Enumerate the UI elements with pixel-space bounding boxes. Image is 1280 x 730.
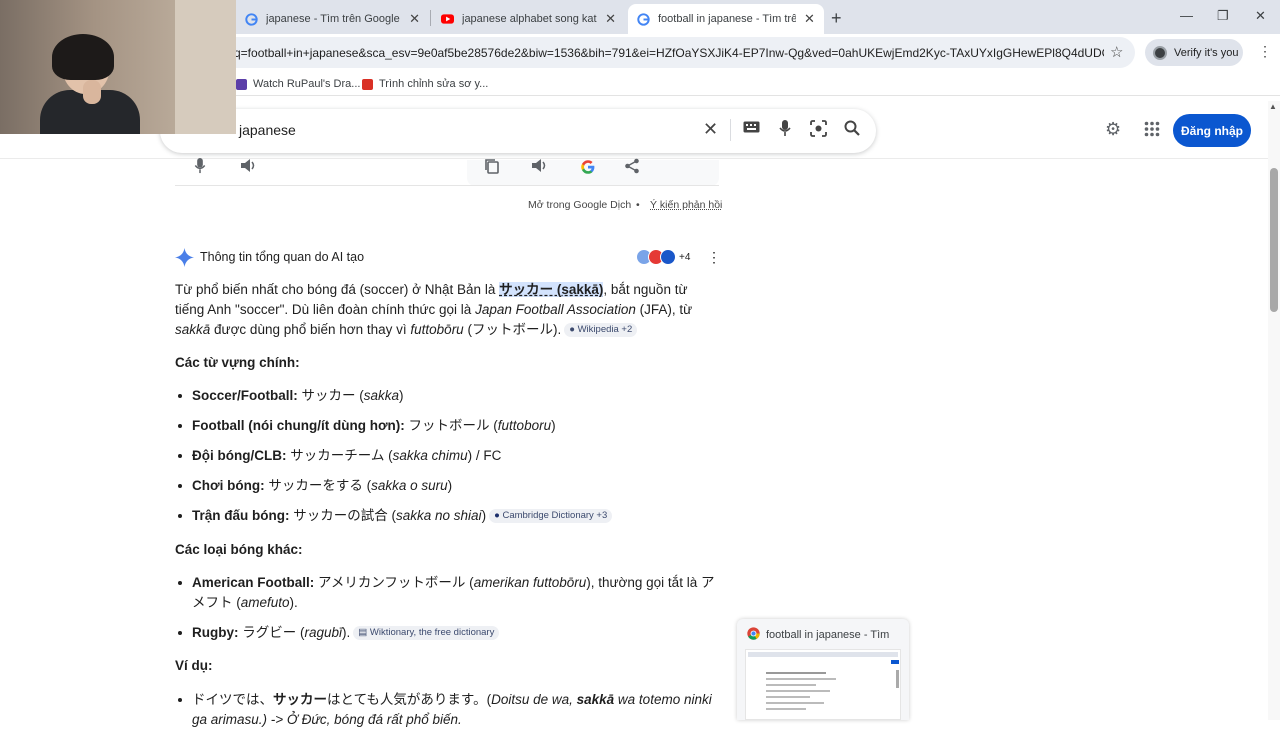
tab-divider	[430, 10, 431, 26]
list-item: ドイツでは、サッカーはとても人気があります。(Doitsu de wa, sak…	[192, 690, 712, 710]
new-tab-button[interactable]: +	[831, 8, 842, 29]
bullet	[178, 581, 182, 585]
section-heading: Ví dụ:	[175, 656, 213, 676]
bookmark-label: Watch RuPaul's Dra...	[253, 78, 360, 90]
tab-football-japanese[interactable]: football in japanese - Tìm trên Go ✕	[628, 4, 824, 34]
bookmark-icon	[362, 79, 373, 90]
lens-icon[interactable]	[810, 120, 827, 142]
feedback-link[interactable]: Ý kiến phản hồi	[650, 195, 722, 215]
bullet	[178, 424, 182, 428]
tab-title: japanese alphabet song katakana	[462, 13, 597, 25]
search-icon[interactable]	[844, 120, 860, 141]
speaker-icon[interactable]	[531, 158, 548, 178]
tab-title: japanese - Tìm trên Google	[266, 13, 401, 25]
bookmark-star-icon[interactable]: ☆	[1110, 43, 1123, 61]
source-chip[interactable]: ● Cambridge Dictionary +3	[489, 509, 612, 523]
youtube-icon	[440, 12, 454, 26]
settings-gear-icon[interactable]: ⚙	[1105, 119, 1121, 140]
list-item: Soccer/Football: サッカー (sakka)	[192, 386, 404, 406]
wiktionary-icon: ▤	[358, 627, 370, 638]
restore-icon[interactable]: ❐	[1217, 8, 1229, 24]
keyboard-icon[interactable]	[743, 120, 760, 138]
list-item: American Football: アメリカンフットボール (amerikan…	[192, 573, 714, 593]
bullet	[178, 454, 182, 458]
bullet	[178, 394, 182, 398]
share-icon[interactable]	[624, 158, 640, 179]
source-count[interactable]: +4	[679, 248, 690, 268]
open-google-translate-link[interactable]: Mở trong Google Dịch	[528, 195, 631, 215]
avatar	[1153, 46, 1167, 60]
list-item: Rugby: ラグビー (ragubī). ▤ Wiktionary, the f…	[192, 623, 499, 643]
close-tab-icon[interactable]: ✕	[804, 11, 815, 27]
source-chip[interactable]: ▤ Wiktionary, the free dictionary	[353, 626, 499, 640]
source-favicon[interactable]	[660, 249, 676, 265]
close-tab-icon[interactable]: ✕	[605, 11, 616, 27]
sign-in-button[interactable]: Đăng nhập	[1173, 114, 1251, 147]
list-item-continuation: ga arimasu.) -> Ở Đức, bóng đá rất phổ b…	[192, 710, 462, 730]
profile-button[interactable]: Verify it's you	[1145, 39, 1243, 66]
separator-dot: •	[636, 195, 640, 215]
clear-icon[interactable]: ✕	[703, 119, 718, 140]
profile-label: Verify it's you	[1174, 47, 1238, 59]
chrome-icon	[747, 627, 760, 643]
google-icon	[636, 12, 650, 26]
window-preview[interactable]: football in japanese - Tìm	[737, 619, 909, 720]
bookmark-rupaul[interactable]: Watch RuPaul's Dra...	[236, 78, 360, 90]
preview-title: football in japanese - Tìm	[747, 627, 889, 643]
ai-sparkle-icon	[175, 248, 194, 272]
microphone-icon[interactable]	[194, 158, 206, 179]
scrollbar-thumb[interactable]	[1270, 168, 1278, 312]
intro-line-2: tiếng Anh "soccer". Dù liên đoàn chính t…	[175, 300, 692, 320]
list-item: Trận đấu bóng: サッカーの試合 (sakka no shiai) ●…	[192, 506, 612, 526]
preview-thumbnail	[745, 649, 901, 720]
bookmark-editor[interactable]: Trình chỉnh sửa sơ y...	[362, 78, 488, 90]
scroll-up-icon[interactable]: ▲	[1269, 102, 1277, 111]
list-item: Đội bóng/CLB: サッカーチーム (sakka chimu) / FC	[192, 446, 501, 466]
bullet	[178, 514, 182, 518]
more-options-icon[interactable]: ⋮	[707, 247, 721, 267]
list-item: Football (nói chung/ít dùng hơn): フットボール…	[192, 416, 556, 436]
microphone-icon[interactable]	[779, 120, 791, 142]
webcam-overlay	[0, 0, 236, 134]
close-window-icon[interactable]: ✕	[1255, 8, 1266, 24]
source-chip[interactable]: ● Wikipedia +2	[564, 323, 637, 337]
divider	[175, 185, 719, 186]
copy-icon[interactable]	[484, 158, 500, 179]
webcam-person-hand	[83, 80, 101, 104]
section-heading: Các từ vựng chính:	[175, 353, 300, 373]
url-text[interactable]: q=football+in+japanese&sca_esv=9e0af5be2…	[234, 46, 1104, 60]
section-heading: Các loại bóng khác:	[175, 540, 303, 560]
browser-menu-icon[interactable]: ⋮	[1258, 43, 1272, 60]
highlighted-term[interactable]: サッカー (sakkā)	[499, 282, 603, 297]
bullet	[178, 698, 182, 702]
bullet	[178, 631, 182, 635]
search-input[interactable]: japanese	[239, 122, 296, 138]
list-item: Chơi bóng: サッカーをする (sakka o suru)	[192, 476, 452, 496]
bullet	[178, 484, 182, 488]
webcam-shelf	[175, 0, 236, 134]
minimize-icon[interactable]: —	[1180, 8, 1193, 23]
intro-line-1: Từ phổ biến nhất cho bóng đá (soccer) ở …	[175, 280, 688, 300]
divider	[730, 119, 731, 141]
speaker-icon[interactable]	[240, 158, 257, 178]
tab-google-japanese[interactable]: japanese - Tìm trên Google ✕	[236, 4, 428, 34]
close-tab-icon[interactable]: ✕	[409, 11, 420, 27]
list-item-continuation: メフト (amefuto).	[192, 593, 298, 613]
google-icon	[244, 12, 258, 26]
wikipedia-icon: ●	[569, 324, 577, 335]
google-icon[interactable]	[580, 159, 596, 180]
bookmark-label: Trình chỉnh sửa sơ y...	[379, 78, 488, 90]
tab-youtube-katakana[interactable]: japanese alphabet song katakana ✕	[432, 4, 624, 34]
tab-title: football in japanese - Tìm trên Go	[658, 13, 796, 25]
webcam-person-hair	[52, 34, 114, 80]
intro-line-3: sakkā được dùng phổ biến hơn thay vì fut…	[175, 320, 637, 340]
ai-overview-heading: Thông tin tổng quan do AI tạo	[200, 247, 364, 267]
apps-grid-icon[interactable]	[1144, 121, 1160, 140]
bookmark-icon	[236, 79, 247, 90]
